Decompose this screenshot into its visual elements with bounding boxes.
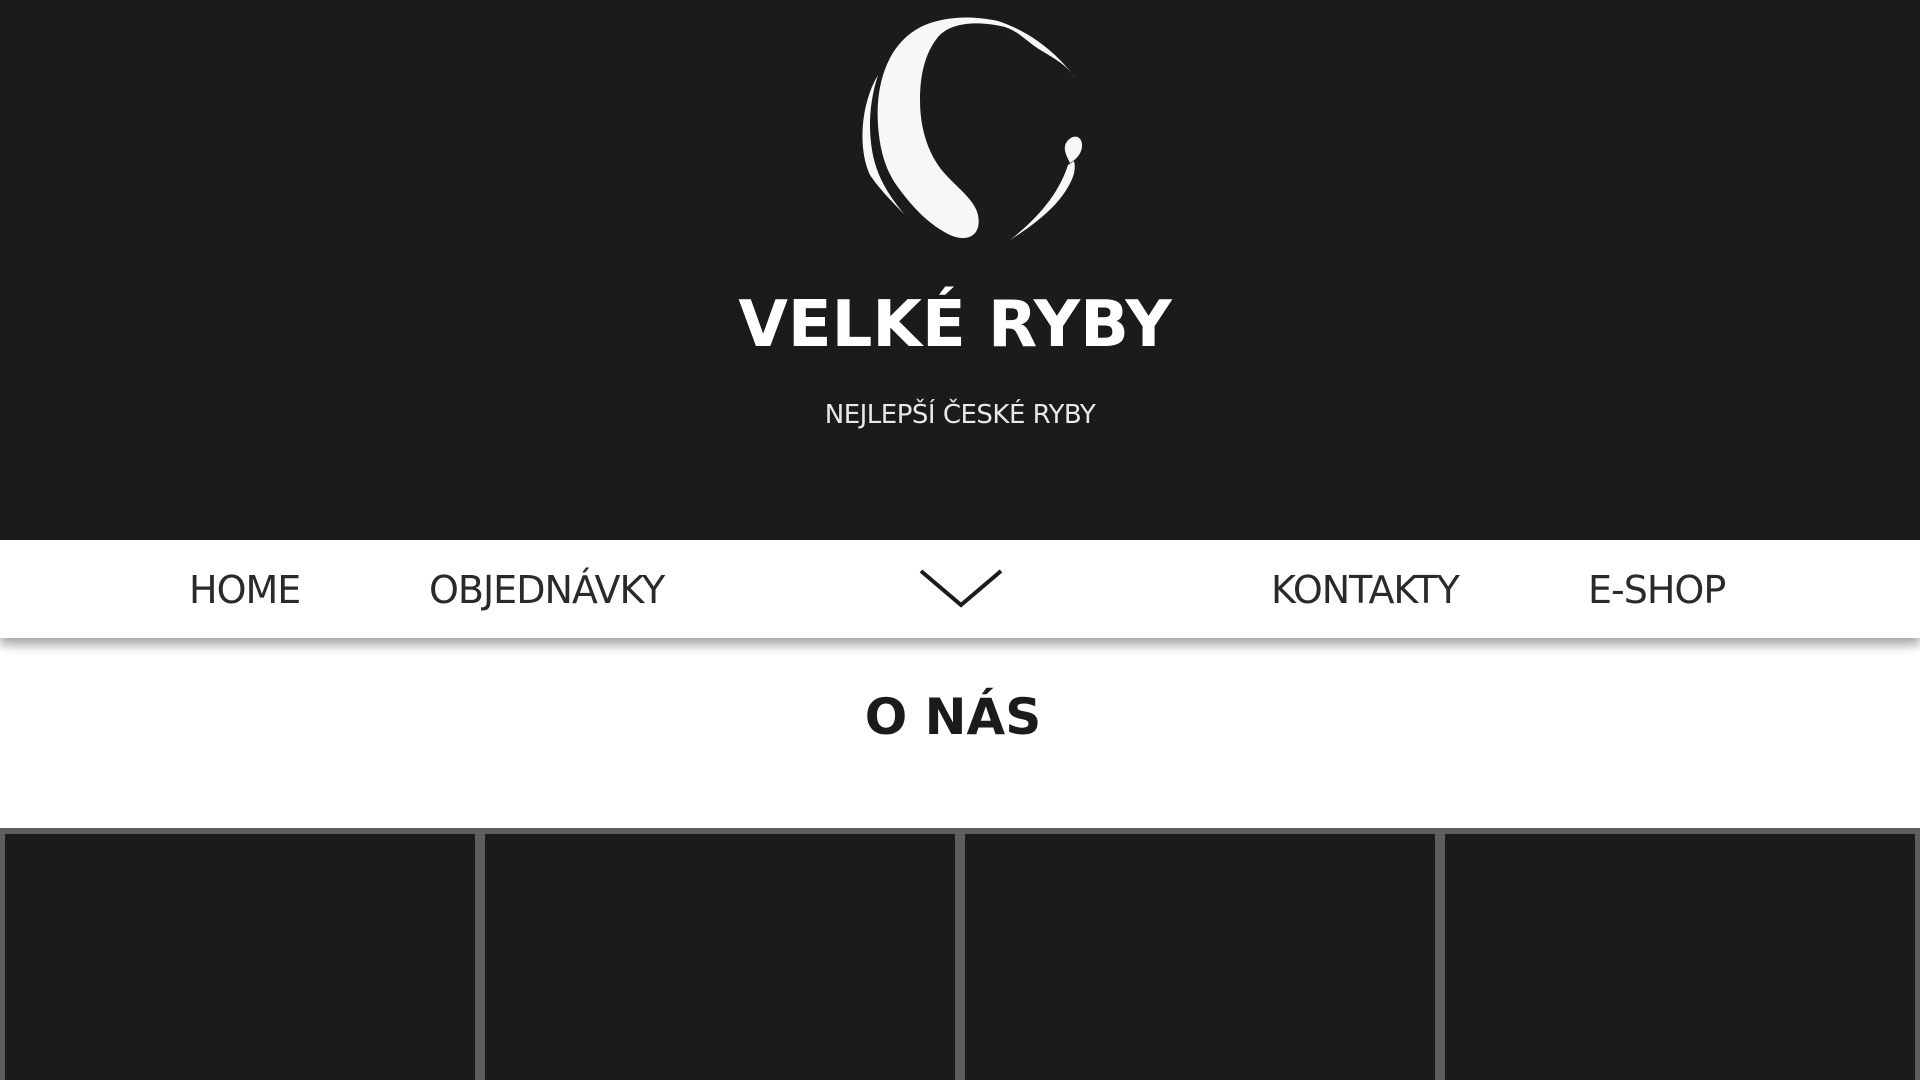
site-subtitle: NEJLEPŠÍ ČESKÉ RYBY — [824, 400, 1096, 430]
hero-header: VELKÉ RYBY NEJLEPŠÍ ČESKÉ RYBY — [0, 0, 1920, 540]
chevron-down-icon[interactable] — [918, 565, 1004, 611]
gallery-tile[interactable] — [965, 834, 1435, 1080]
fish-circle-logo-icon — [862, 17, 1083, 240]
site-title: VELKÉ RYBY — [738, 288, 1172, 362]
gallery-tile[interactable] — [485, 834, 955, 1080]
nav-link-home[interactable]: HOME — [189, 568, 301, 612]
gallery-tile[interactable] — [1445, 834, 1915, 1080]
gallery-tile[interactable] — [5, 834, 475, 1080]
gallery-grid — [0, 828, 1920, 1080]
nav-link-orders[interactable]: OBJEDNÁVKY — [429, 568, 665, 612]
nav-link-contacts[interactable]: KONTAKTY — [1271, 568, 1460, 612]
nav-link-eshop[interactable]: E-SHOP — [1588, 568, 1726, 612]
section-title-about: O NÁS — [864, 688, 1042, 746]
